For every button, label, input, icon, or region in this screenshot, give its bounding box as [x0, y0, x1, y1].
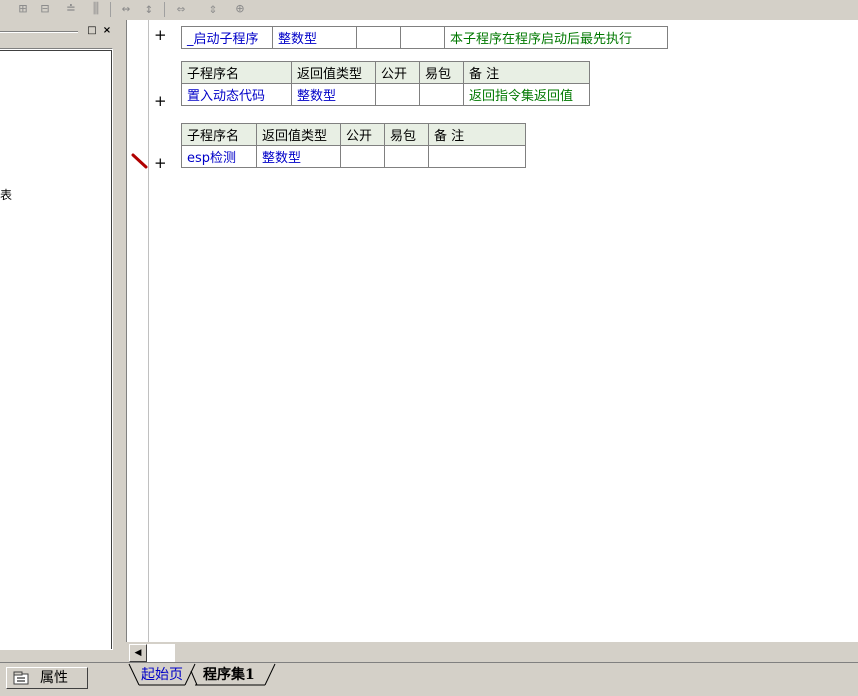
workspace-tree[interactable]: 表	[0, 48, 113, 650]
column-header: 易包	[419, 61, 464, 84]
height-fit-icon[interactable]: ⇕	[204, 1, 222, 17]
table-row[interactable]: esp检测 整数型	[181, 145, 526, 168]
pane-header: □ ×	[0, 25, 120, 39]
subroutine-table-esp: 子程序名 返回值类型 公开 易包 备 注 esp检测 整数型	[181, 123, 526, 168]
column-header: 易包	[384, 123, 429, 146]
close-icon[interactable]: ×	[101, 25, 113, 37]
width-fit-icon[interactable]: ⇔	[170, 1, 192, 17]
public-cell[interactable]	[356, 26, 401, 49]
restore-icon[interactable]: □	[86, 25, 98, 37]
tree-item-fragment[interactable]: 表	[0, 186, 12, 203]
horizontal-scrollbar[interactable]: ◀	[129, 644, 858, 663]
grid-fit-icon[interactable]: ⊕	[230, 1, 250, 17]
note-cell[interactable]: 返回指令集返回值	[463, 83, 590, 106]
table-row[interactable]: 置入动态代码 整数型 返回指令集返回值	[181, 83, 590, 106]
subroutine-table-startup: _启动子程序 整数型 本子程序在程序启动后最先执行	[181, 26, 668, 49]
tab-start-page[interactable]: 起始页	[141, 665, 183, 685]
column-header: 子程序名	[181, 61, 292, 84]
subroutine-name[interactable]: _启动子程序	[181, 26, 273, 49]
editor-gutter	[127, 20, 149, 642]
subroutine-name[interactable]: 置入动态代码	[181, 83, 292, 106]
return-type[interactable]: 整数型	[291, 83, 376, 106]
note-cell[interactable]	[428, 145, 526, 168]
return-type[interactable]: 整数型	[256, 145, 341, 168]
expand-icon[interactable]: +	[154, 93, 167, 109]
properties-icon	[13, 671, 29, 685]
toolbar-separator	[110, 2, 111, 17]
bottom-tab-bar: 属性 起始页 程序集1	[0, 662, 858, 696]
toolbar-separator	[164, 2, 165, 17]
align-center-icon[interactable]: ≐	[62, 1, 80, 17]
code-editor[interactable]: + _启动子程序 整数型 本子程序在程序启动后最先执行 子程序名 返回值类型 公…	[126, 20, 858, 642]
note-cell[interactable]: 本子程序在程序启动后最先执行	[444, 26, 668, 49]
column-header: 公开	[375, 61, 420, 84]
properties-tab-label: 属性	[40, 670, 68, 686]
column-header: 公开	[340, 123, 385, 146]
subroutine-table-dynamic: 子程序名 返回值类型 公开 易包 备 注 置入动态代码 整数型 返回指令集返回值	[181, 61, 590, 106]
split-h-icon[interactable]: ⊞	[14, 1, 32, 17]
column-header: 备 注	[463, 61, 590, 84]
expand-icon[interactable]: +	[154, 27, 167, 43]
scroll-track[interactable]	[147, 644, 175, 663]
public-cell[interactable]	[375, 83, 420, 106]
subroutine-name[interactable]: esp检测	[181, 145, 257, 168]
return-type[interactable]: 整数型	[272, 26, 357, 49]
pencil-cursor-icon	[131, 153, 148, 169]
properties-tab[interactable]: 属性	[6, 667, 88, 689]
align-columns-icon[interactable]: ⫼	[86, 1, 106, 17]
tab-assembly-1[interactable]: 程序集1	[203, 665, 255, 685]
table-header: 子程序名 返回值类型 公开 易包 备 注	[181, 123, 526, 146]
table-row[interactable]: _启动子程序 整数型 本子程序在程序启动后最先执行	[181, 26, 668, 49]
easy-package-cell[interactable]	[384, 145, 429, 168]
workspace-tree-frame	[0, 50, 112, 649]
column-header: 返回值类型	[291, 61, 376, 84]
column-header: 备 注	[428, 123, 526, 146]
alignment-toolbar: ⊞ ⊟ ≐ ⫼ ↔ ↕ ⇔ ⇕ ⊕	[0, 0, 858, 20]
scroll-left-icon[interactable]: ◀	[129, 644, 147, 662]
document-tabs: 起始页 程序集1	[127, 663, 858, 687]
public-cell[interactable]	[340, 145, 385, 168]
expand-icon[interactable]: +	[154, 155, 167, 171]
column-header: 子程序名	[181, 123, 257, 146]
h-spacing-icon[interactable]: ↔	[116, 1, 136, 17]
pane-grip[interactable]	[0, 31, 78, 33]
easy-package-cell[interactable]	[400, 26, 445, 49]
v-spacing-icon[interactable]: ↕	[140, 1, 158, 17]
easy-package-cell[interactable]	[419, 83, 464, 106]
table-header: 子程序名 返回值类型 公开 易包 备 注	[181, 61, 590, 84]
left-pane: □ × 表	[0, 20, 122, 662]
column-header: 返回值类型	[256, 123, 341, 146]
split-v-icon[interactable]: ⊟	[36, 1, 54, 17]
